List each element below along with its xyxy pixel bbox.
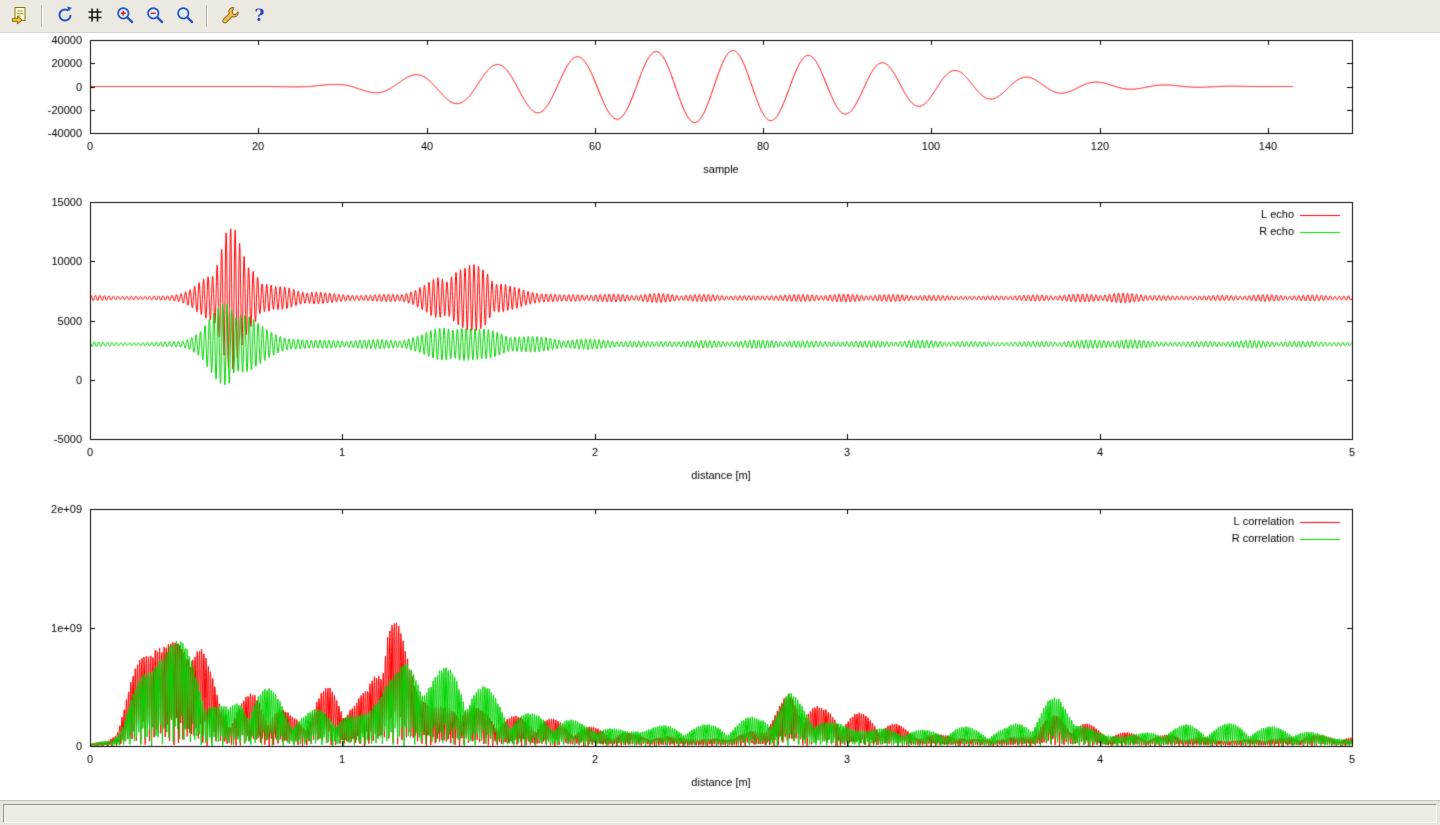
zoom-in-button[interactable] (111, 3, 138, 30)
plot-area (0, 33, 1440, 800)
refresh-icon (55, 5, 75, 28)
zoom-reset-icon (175, 5, 195, 28)
refresh-button[interactable] (51, 3, 78, 30)
pulse-waveform-plot[interactable] (0, 33, 1440, 193)
copy-button[interactable] (6, 3, 33, 30)
status-message (3, 804, 1437, 823)
grid-icon (85, 5, 105, 28)
help-icon: ? (255, 8, 265, 25)
echo-signals-plot[interactable] (0, 193, 1440, 493)
correlation-plot[interactable] (0, 493, 1440, 800)
toolbar: ? (0, 0, 1440, 33)
copy-icon (10, 5, 30, 28)
grid-button[interactable] (81, 3, 108, 30)
toolbar-separator (206, 5, 208, 27)
zoom-out-icon (145, 5, 165, 28)
status-bar (0, 800, 1440, 825)
settings-button[interactable] (216, 3, 243, 30)
zoom-in-icon (115, 5, 135, 28)
zoom-reset-button[interactable] (171, 3, 198, 30)
wrench-icon (220, 5, 240, 28)
toolbar-separator (41, 5, 43, 27)
help-button[interactable]: ? (246, 3, 273, 30)
zoom-out-button[interactable] (141, 3, 168, 30)
